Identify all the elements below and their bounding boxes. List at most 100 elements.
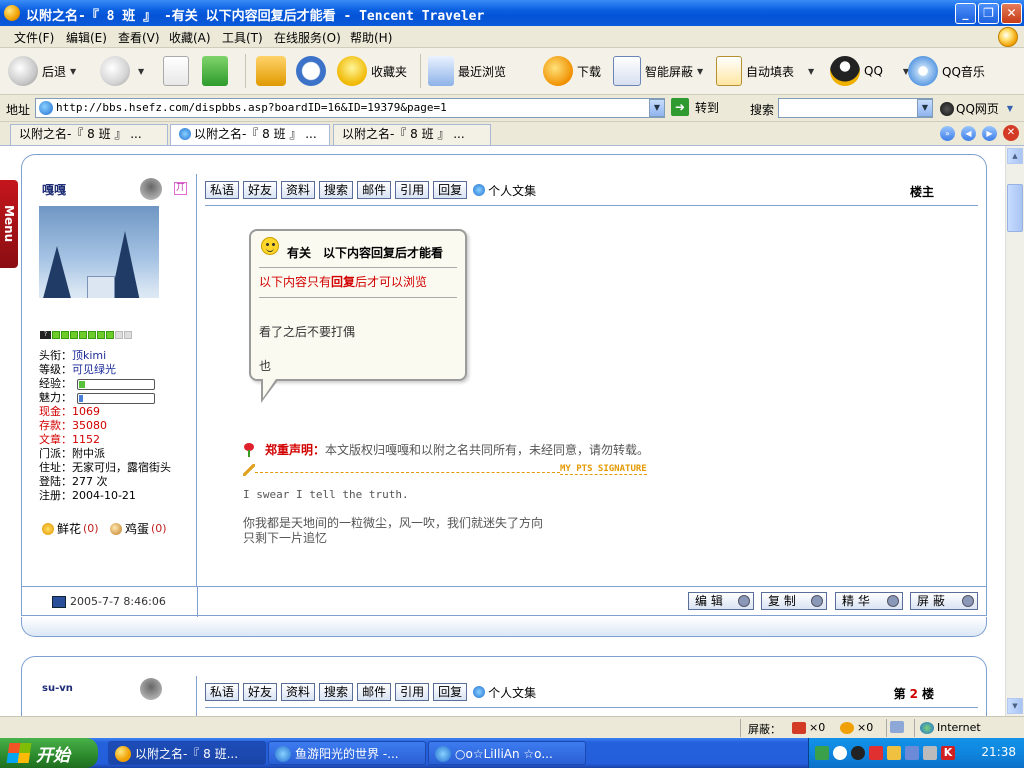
- user-deposit-row: 存款：35080: [39, 419, 107, 432]
- taskbar-item-2[interactable]: 鱼游阳光的世界 -...: [268, 741, 426, 765]
- smart-block-button[interactable]: 智能屏蔽 ▼: [613, 54, 703, 88]
- add-friend-button[interactable]: 好友: [243, 683, 278, 701]
- taskbar-item-3[interactable]: ○o☆LiIliAn ☆o...: [428, 741, 586, 765]
- popup-block-icon: [792, 721, 806, 734]
- search-dropdown-button[interactable]: ▼: [917, 99, 933, 117]
- clock[interactable]: 21:38: [981, 745, 1016, 759]
- tab-1[interactable]: 以附之名-『 8 班 』 ...: [10, 124, 168, 145]
- close-tab-icon[interactable]: ✕: [1003, 125, 1019, 141]
- download-button[interactable]: 下载: [543, 54, 601, 88]
- messenger-icon[interactable]: [887, 746, 901, 760]
- recent-browse-button[interactable]: 最近浏览: [428, 54, 506, 88]
- quote-button[interactable]: 引用: [395, 683, 430, 701]
- go-arrow-icon: ➜: [671, 98, 689, 116]
- button-dot-icon: [962, 595, 974, 607]
- profile-button[interactable]: 资料: [281, 683, 316, 701]
- title-bar: 以附之名-『 8 班 』 -有关 以下内容回复后才能看 - Tencent Tr…: [0, 0, 1024, 26]
- personal-blog-link[interactable]: 个人文集: [473, 684, 536, 701]
- private-message-button[interactable]: 私语: [205, 683, 240, 701]
- refresh-button[interactable]: [202, 54, 232, 88]
- menu-tools[interactable]: 工具(T): [222, 29, 263, 46]
- author-username[interactable]: su-vn: [42, 683, 73, 694]
- quote-button[interactable]: 引用: [395, 181, 430, 199]
- menu-view[interactable]: 查看(V): [118, 29, 160, 46]
- forward-button[interactable]: ▼: [100, 54, 144, 88]
- chevron-down-icon[interactable]: ▼: [138, 67, 144, 76]
- menu-edit[interactable]: 编辑(E): [66, 29, 107, 46]
- status-bar: 屏蔽： ×0 ×0 Internet: [0, 716, 1024, 738]
- start-button[interactable]: 开始: [0, 738, 98, 768]
- menu-favorites[interactable]: 收藏(A): [169, 29, 211, 46]
- search-posts-button[interactable]: 搜索: [319, 181, 354, 199]
- chevron-down-icon[interactable]: ▼: [70, 67, 76, 76]
- scrollbar-thumb[interactable]: [1007, 184, 1023, 232]
- level-pip-empty: [115, 331, 123, 339]
- scroll-down-icon[interactable]: ▼: [1007, 698, 1023, 714]
- block-post-button[interactable]: 屏 蔽: [910, 592, 978, 610]
- menu-help[interactable]: 帮助(H): [350, 29, 392, 46]
- search-posts-button[interactable]: 搜索: [319, 683, 354, 701]
- restore-button[interactable]: ❐: [978, 3, 999, 24]
- star-icon: [337, 56, 367, 86]
- email-button[interactable]: 邮件: [357, 683, 392, 701]
- tab-prev-icon[interactable]: ◀: [961, 126, 976, 141]
- toolbar-divider: [245, 54, 246, 88]
- avatar-snow-shape: [39, 298, 159, 326]
- scroll-up-icon[interactable]: ▲: [1007, 148, 1023, 164]
- post-divider: [205, 707, 978, 708]
- menu-file[interactable]: 文件(F): [14, 29, 54, 46]
- chevron-down-icon[interactable]: ▼: [808, 67, 814, 76]
- chevron-down-icon[interactable]: ▼: [1007, 104, 1013, 113]
- tray-chevron-icon[interactable]: [833, 746, 847, 760]
- send-flower-button[interactable]: 鲜花 (0): [42, 520, 99, 537]
- minimize-button[interactable]: _: [955, 3, 976, 24]
- close-button[interactable]: ✕: [1001, 3, 1022, 24]
- home-button[interactable]: [256, 54, 290, 88]
- edit-button[interactable]: 编 辑: [688, 592, 754, 610]
- personal-blog-link[interactable]: 个人文集: [473, 182, 536, 199]
- chevron-down-icon[interactable]: ▼: [697, 67, 703, 76]
- tab-next-icon[interactable]: ▶: [982, 126, 997, 141]
- tab-2-active[interactable]: 以附之名-『 8 班 』 ...: [170, 124, 330, 145]
- essence-button[interactable]: 精 华: [835, 592, 903, 610]
- private-message-button[interactable]: 私语: [205, 181, 240, 199]
- address-input[interactable]: http://bbs.hsefz.com/dispbbs.asp?boardID…: [35, 98, 665, 118]
- favorites-button[interactable]: 收藏夹: [337, 54, 407, 88]
- tray-app-icon[interactable]: [905, 746, 919, 760]
- floating-menu-tab[interactable]: Menu: [0, 180, 18, 268]
- history-button[interactable]: [296, 54, 330, 88]
- tab-3[interactable]: 以附之名-『 8 班 』 ...: [333, 124, 491, 145]
- go-button[interactable]: ➜ 转到: [671, 98, 719, 116]
- kingsoft-icon[interactable]: K: [941, 746, 955, 760]
- post-timestamp: 2005-7-7 8:46:06: [52, 595, 166, 608]
- email-button[interactable]: 邮件: [357, 181, 392, 199]
- tab-list-icon[interactable]: »: [940, 126, 955, 141]
- blocked-popups[interactable]: ×0: [792, 721, 825, 734]
- add-friend-button[interactable]: 好友: [243, 181, 278, 199]
- send-egg-button[interactable]: 鸡蛋 (0): [110, 520, 167, 537]
- level-pip: [88, 331, 96, 339]
- network-icon[interactable]: [815, 746, 829, 760]
- qq-button[interactable]: QQ ▼: [830, 54, 909, 88]
- reply-button[interactable]: 回复: [433, 181, 468, 199]
- blocked-ads[interactable]: ×0: [840, 721, 873, 734]
- search-input[interactable]: [778, 98, 933, 118]
- qq-web-search-button[interactable]: QQ网页 ▼: [940, 100, 1013, 117]
- vertical-scrollbar[interactable]: ▲ ▼: [1005, 146, 1024, 716]
- profile-button[interactable]: 资料: [281, 181, 316, 199]
- author-username[interactable]: 嘎嘎: [42, 181, 66, 198]
- volume-icon[interactable]: [923, 746, 937, 760]
- block-popup-icon: [613, 56, 641, 86]
- taskbar-item-1[interactable]: 以附之名-『 8 班...: [108, 741, 266, 765]
- copy-button[interactable]: 复 制: [761, 592, 827, 610]
- qq-penguin-icon[interactable]: [851, 746, 865, 760]
- autofill-button[interactable]: 自动填表 ▼: [716, 54, 814, 88]
- antivirus-icon[interactable]: [869, 746, 883, 760]
- reply-button[interactable]: 回复: [433, 683, 468, 701]
- recent-pages-icon: [428, 56, 454, 86]
- stop-button[interactable]: [163, 54, 193, 88]
- qq-music-button[interactable]: QQ音乐: [908, 54, 985, 88]
- menu-online-services[interactable]: 在线服务(O): [274, 29, 341, 46]
- back-button[interactable]: 后退 ▼: [8, 54, 76, 88]
- address-dropdown-button[interactable]: ▼: [649, 99, 665, 117]
